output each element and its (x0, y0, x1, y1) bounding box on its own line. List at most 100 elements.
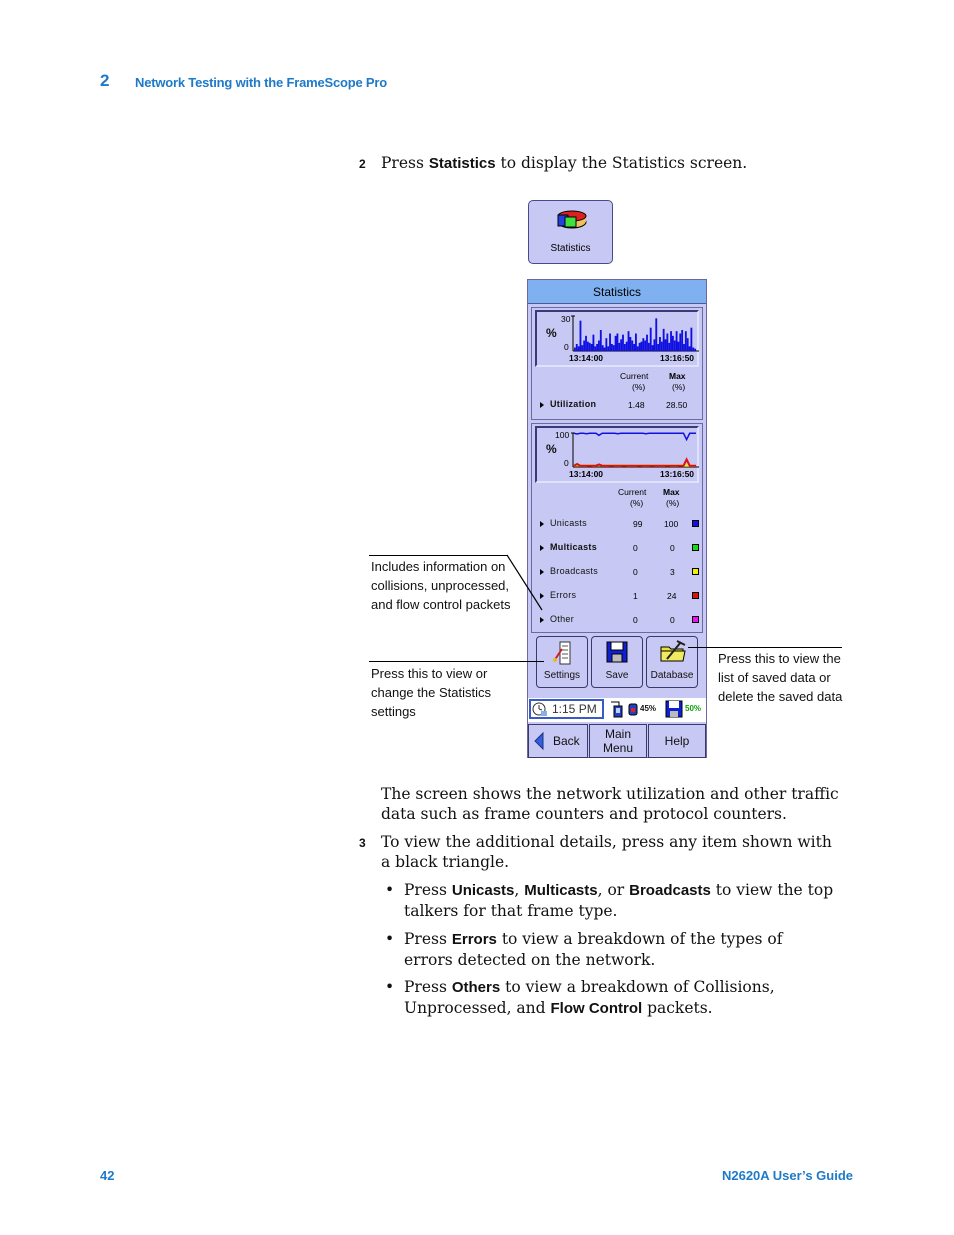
back-arrow-icon (534, 732, 544, 750)
bold-term: Flow Control (550, 1000, 643, 1017)
battery-icon (628, 703, 638, 716)
utilization-bar (636, 346, 639, 351)
row-current: 99 (633, 519, 643, 529)
callout-database: Press this to view the list of saved dat… (718, 651, 843, 704)
step-number: 3 (359, 836, 366, 850)
step-3-text: To view the additional details, press an… (381, 833, 832, 871)
bullet-icon: • (385, 881, 395, 899)
traffic-lines (571, 432, 699, 468)
utilization-bar (585, 335, 587, 351)
row-max: 0 (670, 543, 675, 553)
triangle-icon (540, 520, 544, 527)
legend-swatch (692, 592, 699, 599)
traffic-row-unicasts[interactable]: Unicasts (540, 518, 587, 528)
utilization-bar (633, 344, 635, 351)
utilization-bar (694, 348, 696, 351)
page-number: 42 (100, 1168, 115, 1183)
row-label: Multicasts (550, 542, 598, 552)
back-button[interactable]: Back (528, 724, 588, 758)
utilization-row[interactable]: Utilization (540, 399, 596, 409)
folder-icon (660, 640, 686, 662)
main-menu-button[interactable]: Main Menu (589, 724, 647, 758)
utilization-bar (607, 346, 610, 351)
clock-field[interactable]: 1:15 PM (529, 699, 604, 719)
time-display: 1:15 PM (552, 702, 597, 716)
utilization-bar (623, 344, 626, 351)
row-current: 0 (633, 615, 638, 625)
bullet-item: Press Errors to view a breakdown of the … (404, 929, 834, 970)
row-max: 24 (667, 591, 677, 601)
series-line-unicasts (573, 432, 696, 442)
utilization-bar (618, 342, 621, 351)
traffic-row-multicasts[interactable]: Multicasts (540, 542, 597, 552)
utilization-bar (612, 345, 615, 351)
utilization-bar (586, 341, 589, 351)
legend-swatch (692, 520, 699, 527)
utilization-bar (592, 334, 595, 351)
utilization-bar (673, 340, 676, 351)
x-start-label: 13:14:00 (569, 353, 604, 363)
x-start-label: 13:14:00 (569, 469, 604, 479)
legend-swatch (692, 616, 699, 623)
row-current: 0 (633, 543, 638, 553)
row-current: 1 (633, 591, 638, 601)
utilization-bar (579, 320, 582, 351)
utilization-bar (629, 337, 632, 351)
step-number: 2 (359, 157, 366, 171)
battery-percent: 45% (640, 704, 657, 713)
utilization-bar (577, 346, 580, 351)
utilization-bar (603, 347, 606, 351)
text-span: packets. (642, 999, 713, 1017)
max-unit: (%) (672, 382, 686, 392)
bold-term: Errors (451, 931, 497, 948)
utilization-bar (653, 339, 656, 351)
database-label: Database (650, 670, 694, 681)
settings-button[interactable]: Settings (536, 636, 588, 688)
row-label: Unicasts (550, 518, 587, 528)
utilization-bar (605, 338, 608, 351)
utilization-bar (574, 347, 576, 351)
utilization-bar (686, 338, 689, 351)
help-button[interactable]: Help (648, 724, 706, 758)
utilization-bar (638, 342, 641, 351)
guide-title: N2620A User’s Guide (721, 1168, 853, 1183)
utilization-bar (596, 344, 599, 351)
utilization-bar (670, 331, 672, 351)
triangle-icon (540, 544, 544, 551)
utilization-panel[interactable]: 30 0 % 13:14:00 13:16:50 Current (%) Max… (531, 307, 703, 420)
utilization-bar (631, 340, 634, 351)
series-line-errors (573, 457, 696, 467)
traffic-row-broadcasts[interactable]: Broadcasts (540, 566, 598, 576)
save-button[interactable]: Save (591, 636, 643, 688)
utilization-bar (635, 333, 637, 351)
settings-label: Settings (543, 670, 581, 681)
step-2-text: Press Statistics to display the Statisti… (381, 153, 747, 174)
text-span: to display the Statistics screen. (495, 154, 748, 172)
utilization-bar (692, 347, 695, 351)
bold-term: Unicasts (451, 882, 515, 899)
text-span: Press (404, 978, 452, 996)
database-button[interactable]: Database (646, 636, 698, 688)
utilization-bar (625, 341, 628, 351)
screen-title: Statistics (528, 280, 706, 304)
clock-icon (532, 702, 547, 716)
utilization-bar (690, 327, 693, 351)
utilization-bar (610, 344, 613, 351)
traffic-row-other[interactable]: Other (540, 614, 574, 624)
utilization-bar (684, 331, 687, 351)
utilization-bar (644, 340, 647, 351)
callout-line (369, 661, 544, 662)
legend-swatch (692, 544, 699, 551)
current-unit: (%) (632, 382, 646, 392)
text-span: , (514, 881, 525, 899)
traffic-panel: 100 0 % 13:14:00 13:16:50 Current (%) Ma… (531, 423, 703, 633)
statistics-launch-button[interactable]: Statistics (528, 200, 613, 264)
max-header: Max (669, 371, 686, 381)
max-header: Max (663, 487, 680, 497)
row-label: Broadcasts (550, 566, 599, 576)
bold-term: Multicasts (524, 882, 598, 899)
y-max-label: 30 (561, 314, 571, 324)
triangle-icon (540, 616, 544, 623)
utilization-current: 1.48 (628, 400, 645, 410)
settings-icon (553, 641, 571, 665)
